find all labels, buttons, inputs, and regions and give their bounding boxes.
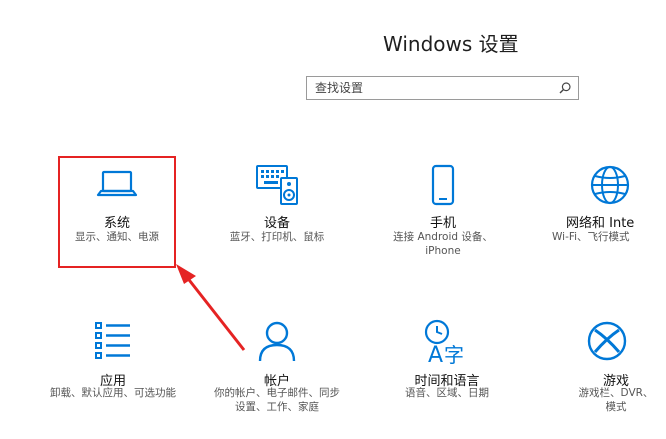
highlight-box: [58, 156, 176, 268]
tile-desc: 卸载、默认应用、可选功能: [50, 387, 176, 399]
person-icon: [258, 321, 296, 362]
tile-desc-line2: iPhone: [425, 245, 461, 257]
globe-icon: [590, 165, 630, 205]
tile-desc: 游戏栏、DVR、: [578, 387, 654, 399]
tile-desc: Wi-Fi、飞行模式: [552, 231, 630, 243]
phone-icon: [431, 164, 455, 206]
time-language-icon: A 字: [424, 319, 464, 364]
svg-text:字: 字: [444, 343, 464, 364]
tile-desc-line2: 模式: [605, 401, 627, 413]
tile-devices[interactable]: 设备 蓝牙、打印机、鼠标: [218, 156, 336, 268]
apps-list-icon: [95, 322, 130, 359]
tile-network[interactable]: 网络和 Inte Wi-Fi、飞行模式: [548, 156, 666, 268]
tile-phone[interactable]: 手机 连接 Android 设备、 iPhone: [384, 156, 502, 268]
search-box[interactable]: [306, 76, 579, 100]
tile-name: 设备: [263, 216, 290, 231]
page-title: Windows 设置: [383, 32, 519, 56]
tile-name: 手机: [429, 216, 456, 231]
tile-desc: 你的帐户、电子邮件、同步: [214, 387, 340, 399]
xbox-icon: [587, 321, 627, 361]
svg-text:A: A: [428, 343, 443, 364]
tile-name: 网络和 Inte: [566, 216, 635, 231]
tile-desc: 语音、区域、日期: [405, 387, 489, 399]
tile-desc-line2: 设置、工作、家庭: [235, 401, 319, 413]
tile-desc: 蓝牙、打印机、鼠标: [229, 231, 325, 243]
tile-time-language[interactable]: A 字 时间和语言 语音、区域、日期: [388, 314, 506, 424]
tile-desc: 连接 Android 设备、: [393, 231, 493, 243]
search-input[interactable]: [307, 77, 547, 99]
keyboard-speaker-icon: [256, 165, 298, 205]
tile-apps[interactable]: 应用 卸载、默认应用、可选功能: [48, 314, 178, 424]
settings-window: Windows 设置 系统 显示、通知、电源 设备: [0, 0, 666, 439]
search-icon[interactable]: [558, 81, 572, 95]
tile-gaming[interactable]: 游戏 游戏栏、DVR、 模式: [538, 314, 666, 424]
tile-accounts[interactable]: 帐户 你的帐户、电子邮件、同步 设置、工作、家庭: [210, 314, 344, 424]
